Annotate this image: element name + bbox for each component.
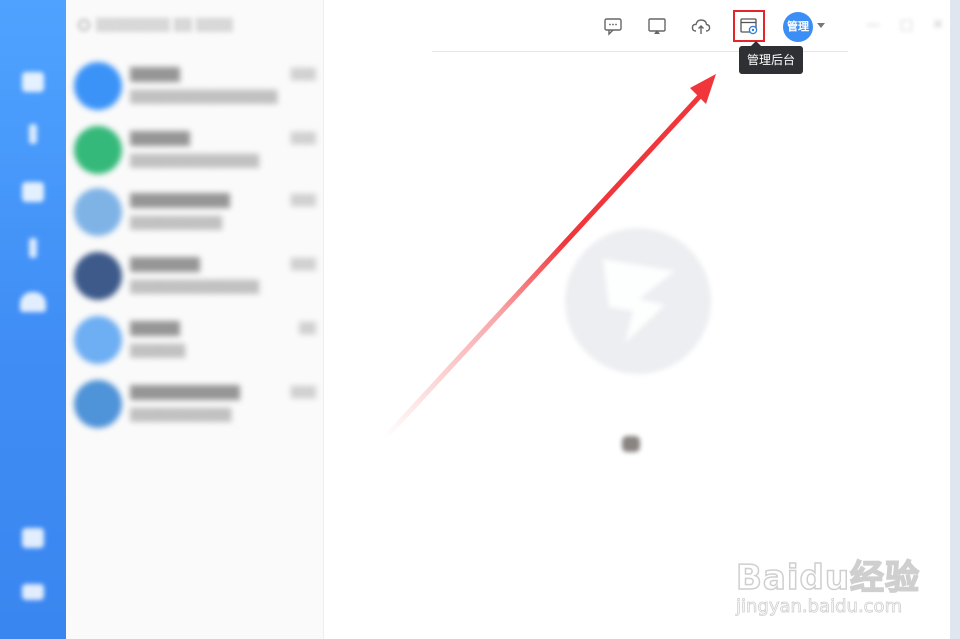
search-bar[interactable]: ▒▒▒▒▒▒▒▒ ▒▒ ▒▒▒▒ bbox=[78, 14, 308, 38]
avatar bbox=[74, 316, 122, 364]
conversation-preview: ▒▒▒▒▒▒▒▒▒▒▒ bbox=[130, 408, 232, 422]
placeholder-image bbox=[622, 436, 640, 452]
app-logo-icon bbox=[603, 259, 675, 343]
avatar bbox=[74, 188, 122, 236]
conversation-preview: ▒▒▒▒▒▒▒▒▒▒▒▒▒▒▒▒ bbox=[130, 90, 278, 104]
conversation-time: ▒▒▒ bbox=[290, 68, 316, 81]
avatar bbox=[74, 380, 122, 428]
conversation-name: ▒▒▒▒▒▒▒▒▒▒▒ bbox=[130, 386, 240, 401]
screen-share-icon[interactable] bbox=[646, 15, 668, 37]
search-icon bbox=[78, 18, 90, 31]
conversation-time: ▒▒▒ bbox=[290, 258, 316, 271]
conversation-time: ▒▒▒ bbox=[290, 194, 316, 207]
chat-icon[interactable] bbox=[602, 15, 624, 37]
tooltip: 管理后台 bbox=[739, 41, 804, 74]
search-placeholder: ▒▒▒▒▒▒▒▒ ▒▒ ▒▒▒▒ bbox=[96, 17, 233, 32]
avatar bbox=[74, 62, 122, 110]
close-icon[interactable]: ✕ bbox=[932, 18, 946, 32]
chevron-down-icon[interactable] bbox=[817, 23, 825, 28]
conversation-preview: ▒▒▒▒▒▒▒▒▒▒▒▒▒▒ bbox=[130, 154, 260, 168]
window-edge bbox=[950, 0, 960, 639]
contacts-icon[interactable] bbox=[29, 124, 37, 144]
maximize-icon[interactable]: □ bbox=[900, 18, 914, 32]
conversation-preview: ▒▒▒▒▒▒▒▒▒▒ bbox=[130, 216, 223, 230]
conversation-preview: ▒▒▒▒▒▒▒▒▒▒▒▒▒▒ bbox=[130, 280, 260, 294]
list-item[interactable]: ▒▒▒▒▒▒▒ ▒▒▒▒▒▒▒▒▒▒▒▒▒▒ ▒▒▒ bbox=[74, 246, 320, 306]
conversation-time: ▒▒ bbox=[299, 322, 316, 335]
list-item[interactable]: ▒▒▒▒▒▒▒▒▒▒ ▒▒▒▒▒▒▒▒▒▒ ▒▒▒ bbox=[74, 182, 320, 242]
highlight-box bbox=[733, 10, 765, 42]
conversation-time: ▒▒▒ bbox=[290, 132, 316, 145]
list-item[interactable]: ▒▒▒▒▒ ▒▒▒▒▒▒ ▒▒ bbox=[74, 310, 320, 370]
conversation-name: ▒▒▒▒▒▒▒▒▒▒ bbox=[130, 194, 230, 209]
list-item[interactable]: ▒▒▒▒▒▒ ▒▒▒▒▒▒▒▒▒▒▒▒▒▒ ▒▒▒ bbox=[74, 120, 320, 180]
list-item[interactable]: ▒▒▒▒▒▒▒▒▒▒▒ ▒▒▒▒▒▒▒▒▒▒▒ ▒▒▒ bbox=[74, 374, 320, 434]
avatar bbox=[74, 126, 122, 174]
apps-icon[interactable] bbox=[22, 528, 44, 548]
conversation-name: ▒▒▒▒▒ bbox=[130, 322, 180, 337]
cloud-upload-icon[interactable] bbox=[690, 15, 712, 37]
watermark-brand: Baidu经验 bbox=[735, 557, 921, 599]
watermark-url: jingyan.baidu.com bbox=[736, 596, 903, 618]
cloud-icon[interactable] bbox=[20, 292, 46, 312]
baidu-watermark: Baidu经验 jingyan.baidu.com bbox=[735, 540, 946, 620]
user-avatar[interactable]: 管理 bbox=[783, 12, 813, 42]
conversation-name: ▒▒▒▒▒▒▒ bbox=[130, 258, 200, 273]
minimize-icon[interactable]: — bbox=[866, 18, 880, 32]
empty-state-logo bbox=[565, 228, 711, 374]
conversation-name: ▒▒▒▒▒ bbox=[130, 68, 180, 83]
phone-icon[interactable] bbox=[29, 238, 37, 258]
left-nav-rail bbox=[0, 0, 66, 639]
conversation-list: ▒▒▒▒▒▒▒▒ ▒▒ ▒▒▒▒ ▒▒▒▒▒ ▒▒▒▒▒▒▒▒▒▒▒▒▒▒▒▒ … bbox=[66, 0, 324, 639]
conversation-name: ▒▒▒▒▒▒ bbox=[130, 132, 190, 147]
mail-icon[interactable] bbox=[22, 584, 44, 600]
workbench-icon[interactable] bbox=[22, 182, 44, 202]
list-item[interactable]: ▒▒▒▒▒ ▒▒▒▒▒▒▒▒▒▒▒▒▒▒▒▒ ▒▒▒ bbox=[74, 56, 320, 116]
message-icon[interactable] bbox=[22, 72, 44, 92]
conversation-preview: ▒▒▒▒▒▒ bbox=[130, 344, 186, 358]
avatar bbox=[74, 252, 122, 300]
conversation-time: ▒▒▒ bbox=[290, 386, 316, 399]
